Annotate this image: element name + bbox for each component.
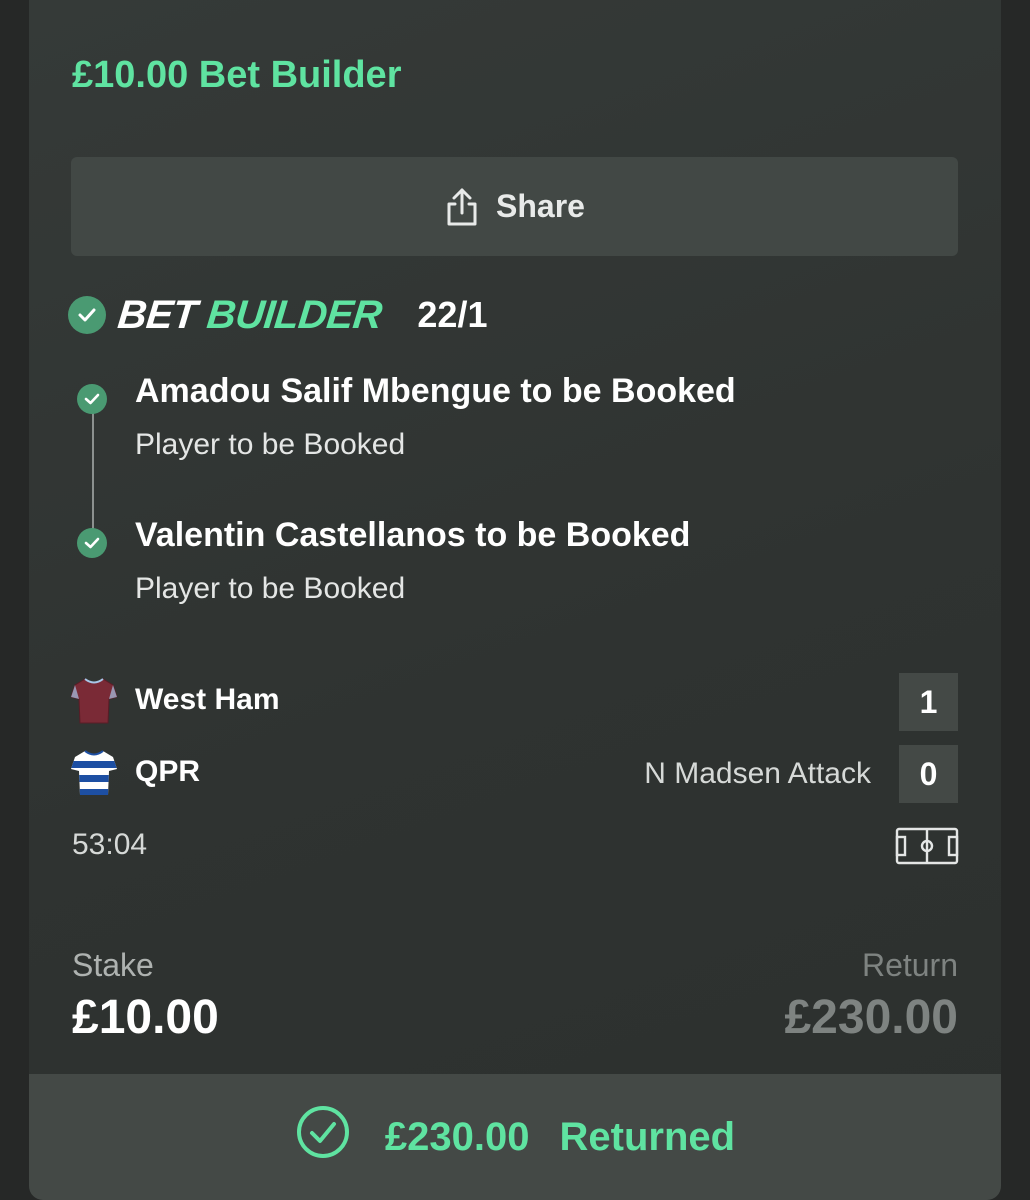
pitch-icon[interactable] [895, 827, 959, 870]
bet-builder-header: BET BUILDER 22/1 [68, 292, 487, 338]
bet-builder-logo-bet: BET [115, 292, 199, 337]
bet-builder-logo: BET BUILDER [116, 293, 384, 338]
away-score: 0 [899, 745, 958, 803]
returned-amount: £230.00 [384, 1114, 530, 1159]
home-score: 1 [899, 673, 958, 731]
share-button[interactable]: Share [71, 157, 958, 256]
bet-builder-logo-builder: BUILDER [204, 292, 384, 337]
match-event: N Madsen Attack [644, 757, 871, 790]
leg-check-icon [77, 384, 107, 414]
match-clock: 53:04 [72, 828, 148, 861]
leg-selection: Valentin Castellanos to be Booked [135, 516, 691, 554]
share-label: Share [496, 188, 585, 224]
returned-label: Returned [559, 1114, 736, 1159]
return-value: £230.00 [784, 991, 958, 1044]
stake-value: £10.00 [72, 991, 219, 1044]
qpr-shirt-icon [71, 749, 117, 802]
returned-status-bar: £230.00 Returned [29, 1074, 1001, 1200]
home-team-name: West Ham [135, 683, 280, 716]
leg-check-icon [77, 528, 107, 558]
west-ham-shirt-icon [70, 677, 118, 730]
leg-market: Player to be Booked [135, 572, 406, 605]
timeline-connector [92, 400, 94, 540]
home-team-row: West Ham 1 [70, 673, 958, 731]
away-team-name: QPR [135, 755, 201, 788]
return-label: Return [861, 947, 958, 983]
leg-selection: Amadou Salif Mbengue to be Booked [135, 372, 736, 410]
away-team-row: QPR N Madsen Attack 0 [71, 745, 958, 803]
stake-label: Stake [72, 947, 154, 983]
check-circle-outline-icon [295, 1104, 351, 1170]
bet-odds: 22/1 [417, 294, 488, 335]
bet-card: £10.00 Bet Builder Share BET BUILDER 22/… [29, 0, 1001, 1200]
check-circle-icon [68, 296, 106, 334]
leg-market: Player to be Booked [135, 428, 406, 461]
bet-title: £10.00 Bet Builder [72, 54, 402, 96]
share-icon [444, 187, 480, 227]
